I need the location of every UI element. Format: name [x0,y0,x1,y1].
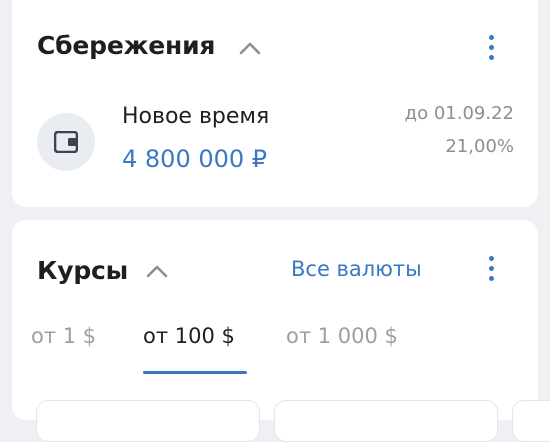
account-interest-rate: 21,00% [445,136,514,157]
chevron-up-icon[interactable] [146,264,168,278]
wallet-icon [37,113,95,171]
chevron-up-icon[interactable] [239,41,261,55]
rate-card-1[interactable] [36,400,260,442]
account-amount: 4 800 000 ₽ [122,145,268,173]
savings-title: Сбережения [37,31,216,60]
tab-from-100[interactable]: от 100 $ [143,324,235,348]
active-tab-indicator [143,371,247,374]
savings-menu-icon[interactable] [487,35,497,61]
tab-from-1[interactable]: от 1 $ [31,324,96,348]
savings-card: Сбережения Новое время 4 800 000 ₽ до 01… [12,0,538,207]
rates-title: Курсы [37,256,129,285]
tab-from-1000[interactable]: от 1 000 $ [286,324,398,348]
all-currencies-link[interactable]: Все валюты [291,257,422,281]
account-term-date: до 01.09.22 [404,103,514,124]
amount-tabs: от 1 $ от 100 $ от 1 000 $ [12,324,538,364]
account-name: Новое время [122,104,270,129]
rate-card-2[interactable] [274,400,498,442]
rate-card-3[interactable] [512,400,550,442]
rates-menu-icon[interactable] [487,256,497,282]
rates-card: Курсы Все валюты от 1 $ от 100 $ от 1 00… [12,220,550,442]
